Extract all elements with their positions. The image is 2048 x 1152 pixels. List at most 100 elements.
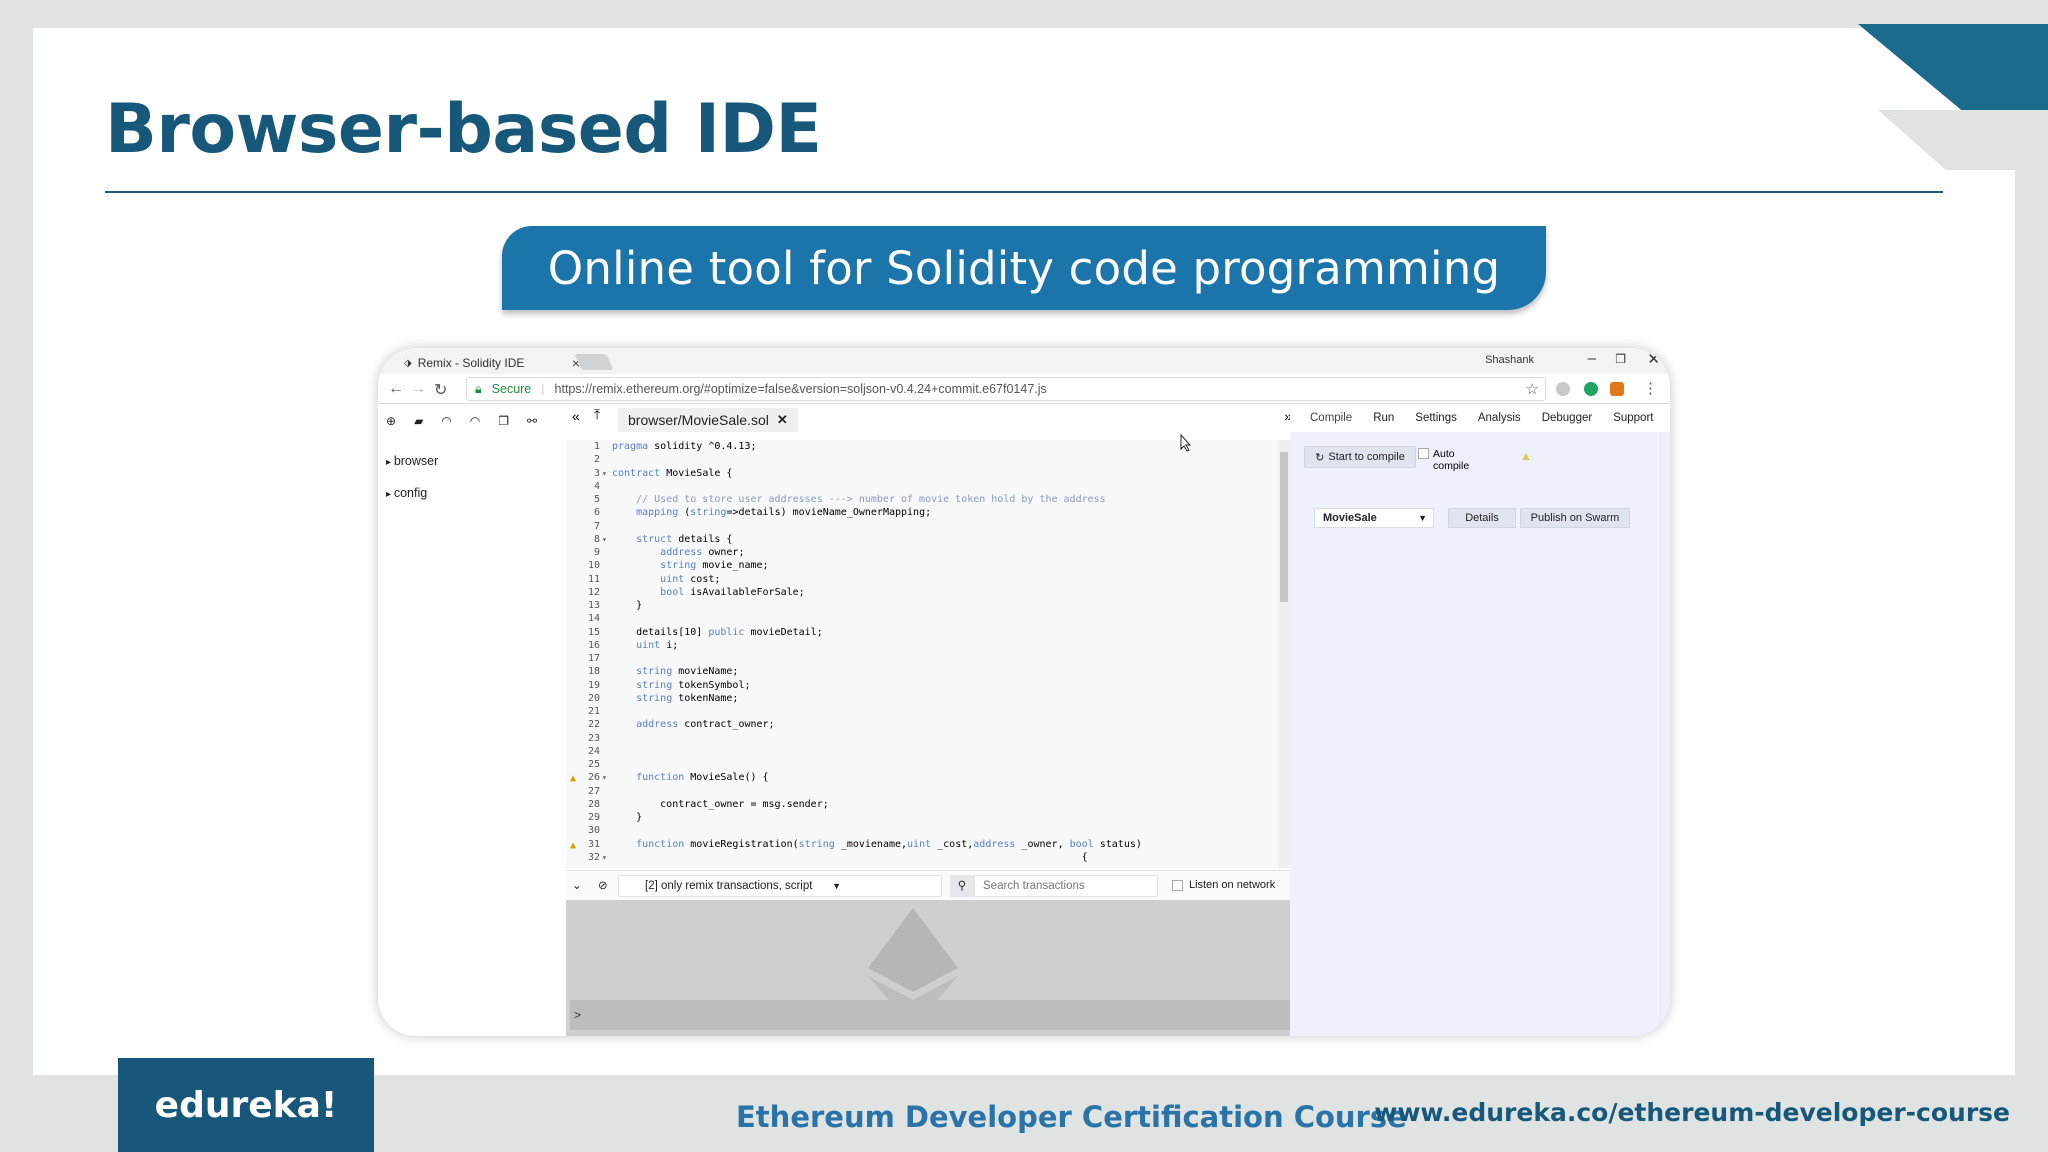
code-line[interactable]: 24 <box>566 745 1286 758</box>
code-line[interactable]: 16 uint i; <box>566 639 1286 652</box>
file-tab[interactable]: browser/MovieSale.sol ✕ <box>618 408 798 432</box>
line-number: 27 <box>587 785 600 797</box>
code-line[interactable]: 30 <box>566 824 1286 837</box>
code-line[interactable]: 12 bool isAvailableForSale; <box>566 586 1286 599</box>
code-line[interactable]: 19 string tokenSymbol; <box>566 679 1286 692</box>
code-line[interactable]: 23 <box>566 732 1286 745</box>
code-line[interactable]: 6 mapping (string=>details) movieName_Ow… <box>566 506 1286 519</box>
code-line[interactable]: 31 ▲ function movieRegistration(string _m… <box>566 838 1286 851</box>
minimize-icon[interactable]: – <box>1588 350 1596 367</box>
code-line[interactable]: 14 <box>566 612 1286 625</box>
terminal-prompt[interactable]: > <box>570 1000 1294 1030</box>
code-line[interactable]: 28 contract_owner = msg.sender; <box>566 798 1286 811</box>
warning-icon[interactable]: ▲ <box>570 772 576 785</box>
forward-icon[interactable]: → <box>410 380 426 398</box>
terminal-toolbar: ⌄ ⊘ [2] only remix transactions, script … <box>566 870 1290 900</box>
line-text: function MovieSale() { <box>636 772 769 784</box>
toggle-terminal-icon[interactable]: ⌄ <box>572 878 582 892</box>
code-line[interactable]: 15 details[10] public movieDetail; <box>566 626 1286 639</box>
tab-analysis[interactable]: Analysis <box>1466 412 1530 424</box>
publish-swarm-button[interactable]: Publish on Swarm <box>1520 508 1630 528</box>
search-icon[interactable]: ⚲ <box>950 875 974 897</box>
browser-window: ⬗ Remix - Solidity IDE × Shashank – ❐ ✕ … <box>378 348 1670 1036</box>
code-line[interactable]: 26 ▾ ▲ function MovieSale() { <box>566 771 1286 784</box>
restore-icon[interactable]: ❐ <box>1615 352 1626 366</box>
remix-ide: ⊕ ▰ ◠ ◠ ❐ ⚯ browser config « ⤒ browser/M… <box>378 404 1670 1036</box>
line-number: 16 <box>587 639 600 651</box>
code-line[interactable]: 32 ▾ { <box>566 851 1286 864</box>
fold-chevron-icon[interactable]: ▾ <box>602 851 607 864</box>
line-text: address owner; <box>660 547 745 558</box>
new-tab-button[interactable] <box>574 354 614 370</box>
code-line[interactable]: 27 <box>566 785 1286 798</box>
refresh-icon: ↻ <box>1315 451 1325 464</box>
browser-tab[interactable]: ⬗ Remix - Solidity IDE × <box>400 352 580 374</box>
website-link[interactable]: www.edureka.co/ethereum-developer-course <box>1374 1098 2010 1127</box>
code-line[interactable]: 8 ▾ struct details { <box>566 533 1286 546</box>
auto-compile-checkbox[interactable] <box>1418 448 1429 459</box>
right-panel-scrollbar[interactable] <box>1660 432 1670 1036</box>
code-line[interactable]: 21 <box>566 705 1286 718</box>
code-line[interactable]: 13 } <box>566 599 1286 612</box>
transaction-filter-select[interactable]: [2] only remix transactions, script ▼ <box>618 875 942 897</box>
tab-run[interactable]: Run <box>1361 412 1403 424</box>
code-line[interactable]: 25 <box>566 758 1286 771</box>
contract-select[interactable]: MovieSale ▼ <box>1314 508 1434 528</box>
listen-on-network[interactable]: Listen on network <box>1172 879 1275 891</box>
extension-metamask-icon[interactable] <box>1610 382 1624 396</box>
back-icon[interactable]: ← <box>388 380 404 398</box>
tree-item-browser[interactable]: browser <box>386 446 438 478</box>
details-button[interactable]: Details <box>1448 508 1516 528</box>
link-icon[interactable]: ⚯ <box>527 414 537 428</box>
line-number: 1 <box>593 441 600 452</box>
upload-icon[interactable]: ⤒ <box>594 406 600 423</box>
code-line[interactable]: 18 string movieName; <box>566 665 1286 678</box>
fold-chevron-icon[interactable]: ▾ <box>602 467 607 480</box>
copy-icon[interactable]: ❐ <box>498 414 509 428</box>
code-line[interactable]: 9 address owner; <box>566 546 1286 559</box>
extension-grammarly-icon[interactable] <box>1584 382 1598 396</box>
auto-compile[interactable]: Auto compile <box>1418 448 1477 472</box>
menu-kebab-icon[interactable]: ⋮ <box>1643 379 1658 397</box>
tree-item-config[interactable]: config <box>386 478 438 510</box>
code-line[interactable]: 22 address contract_owner; <box>566 718 1286 731</box>
code-line[interactable]: 4 <box>566 480 1286 493</box>
extension-globe-icon[interactable] <box>1556 382 1570 396</box>
warning-icon[interactable]: ▲ <box>570 839 576 852</box>
tab-compile[interactable]: Compile <box>1298 412 1361 424</box>
code-line[interactable]: 1 pragma solidity ^0.4.13; <box>566 440 1286 453</box>
browser-tab-title: Remix - Solidity IDE <box>417 356 525 370</box>
close-window-icon[interactable]: ✕ <box>1647 350 1660 368</box>
address-bar[interactable]: 🔒︎ Secure | https://remix.ethereum.org/#… <box>466 377 1546 401</box>
fold-chevron-icon[interactable]: ▾ <box>602 771 607 784</box>
close-file-icon[interactable]: ✕ <box>777 412 788 428</box>
listen-checkbox[interactable] <box>1172 879 1183 891</box>
github-icon[interactable]: ◠ <box>441 414 451 428</box>
code-area[interactable]: 1 pragma solidity ^0.4.13; 2 3 ▾ contract Mov… <box>566 440 1286 868</box>
tab-support[interactable]: Support <box>1601 412 1662 424</box>
code-line[interactable]: 2 <box>566 453 1286 466</box>
tab-debugger[interactable]: Debugger <box>1530 412 1602 424</box>
code-line[interactable]: 17 <box>566 652 1286 665</box>
open-folder-icon[interactable]: ▰ <box>414 414 423 428</box>
slide-title: Browser-based IDE <box>105 90 822 169</box>
code-line[interactable]: 11 uint cost; <box>566 573 1286 586</box>
collapse-left-icon[interactable]: « <box>572 408 580 424</box>
code-line[interactable]: 29 } <box>566 811 1286 824</box>
reload-icon[interactable]: ↻ <box>434 380 447 400</box>
code-line[interactable]: 5 // Used to store user addresses ---> n… <box>566 493 1286 506</box>
editor-scrollbar[interactable] <box>1278 440 1290 868</box>
gist-icon[interactable]: ◠ <box>470 414 480 428</box>
clear-console-icon[interactable]: ⊘ <box>598 878 608 892</box>
profile-name[interactable]: Shashank <box>1485 354 1534 366</box>
start-compile-button[interactable]: ↻ Start to compile <box>1304 446 1416 468</box>
new-file-icon[interactable]: ⊕ <box>386 414 396 428</box>
bookmark-star-icon[interactable]: ☆ <box>1526 380 1539 398</box>
code-line[interactable]: 3 ▾ contract MovieSale { <box>566 467 1286 480</box>
fold-chevron-icon[interactable]: ▾ <box>602 533 607 546</box>
code-line[interactable]: 7 <box>566 520 1286 533</box>
code-line[interactable]: 10 string movie_name; <box>566 559 1286 572</box>
search-transactions-input[interactable]: Search transactions <box>974 875 1158 897</box>
tab-settings[interactable]: Settings <box>1403 412 1466 424</box>
code-line[interactable]: 20 string tokenName; <box>566 692 1286 705</box>
